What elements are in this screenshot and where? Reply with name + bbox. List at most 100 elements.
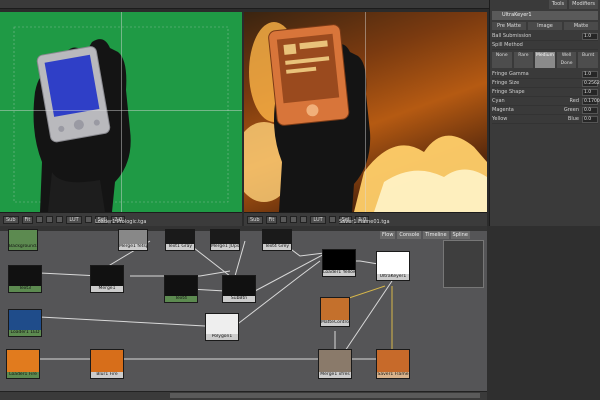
roi-icon[interactable]	[280, 216, 288, 223]
channel-icon[interactable]	[84, 216, 92, 223]
node-loader-yellowgreen[interactable]: Loader1 Yellowgreen	[322, 249, 356, 277]
control-value[interactable]: 0.0	[582, 115, 598, 123]
control-row: Spill Method	[492, 41, 598, 50]
control-label: Fringe Shape	[492, 89, 525, 95]
node-label: Text3	[9, 286, 41, 292]
node-label: Merge1 JUps	[211, 244, 239, 250]
spill-medium-button[interactable]: Medium	[535, 52, 555, 68]
node-label: Loader1 Yellowgreen	[323, 270, 355, 276]
node-thumbnail	[166, 230, 194, 244]
tab-console[interactable]: Console	[397, 231, 422, 239]
node-thumbnail	[91, 266, 123, 286]
node-loader2[interactable]: Loader1 1ED	[8, 309, 42, 337]
node-label: SubBtn	[223, 296, 255, 302]
control-value[interactable]: 0.0	[582, 106, 598, 114]
fit-button[interactable]: Fit	[265, 215, 278, 224]
control-value[interactable]: 0.170016	[582, 97, 600, 105]
tab-modifiers[interactable]: Modifiers	[569, 0, 598, 9]
zoom-icon[interactable]	[300, 216, 308, 223]
flow-editor[interactable]: Background1 Merge1 fetsp Text1 Gray Merg…	[0, 229, 487, 400]
control-row: Fringe Shape 1.0	[492, 88, 598, 97]
node-label: Blur1 Fire	[91, 372, 123, 378]
node-loader-fire[interactable]: Loader1 Fire	[6, 349, 40, 379]
node-saver-flame[interactable]: Saver1 Flame	[376, 349, 410, 379]
control-value[interactable]: 0.25628	[582, 79, 600, 87]
node-thumbnail	[119, 230, 147, 244]
node-text1[interactable]: Text1 Gray	[165, 229, 195, 251]
node-thumbnail	[206, 314, 238, 334]
viewer-right-toolbar: Sub Fit LUT Sel 1.0 Saver1 Flame01.tga	[244, 212, 487, 226]
node-label: Loader1 Fire	[7, 372, 39, 378]
spill-method-buttons: None Rare Medium Well Done Burnt	[492, 52, 598, 68]
node-mergeA[interactable]: Merge1	[90, 265, 124, 293]
flow-navigator[interactable]	[443, 240, 484, 288]
tab-spline[interactable]: Spline	[450, 231, 470, 239]
guide-vertical[interactable]	[365, 12, 366, 212]
node-background1[interactable]: Background1	[8, 229, 38, 251]
subtab-pre-matte[interactable]: Pre Matte	[492, 22, 526, 30]
subtab-matte[interactable]: Matte	[564, 22, 598, 30]
control-value[interactable]: 1.0	[582, 70, 598, 78]
control-unit: Green	[563, 107, 579, 113]
tool-title[interactable]: UltraKeyer1	[492, 11, 598, 20]
node-blur-fire[interactable]: Blur1 Fire	[90, 349, 124, 379]
node-text4[interactable]: Text4	[164, 275, 198, 303]
tab-timeline[interactable]: Timeline	[423, 231, 449, 239]
node-label: Text4 Grey	[263, 244, 291, 250]
subview-button[interactable]: Sub	[3, 215, 19, 224]
node-thumbnail	[9, 310, 41, 330]
node-matte-control[interactable]: MatteControl	[320, 297, 350, 327]
tab-flow[interactable]: Flow	[380, 231, 396, 239]
control-value[interactable]: 1.0	[582, 32, 598, 40]
node-sub[interactable]: SubBtn	[222, 275, 256, 303]
viewer-right[interactable]	[244, 12, 487, 212]
viewer-left[interactable]	[0, 12, 242, 212]
guide-horizontal[interactable]	[0, 110, 242, 111]
node-label: UltraKeyer1	[377, 274, 409, 280]
node-label: Merge1 fetsp	[119, 244, 147, 250]
node-label: MatteControl	[321, 320, 349, 326]
channel-icon[interactable]	[328, 216, 336, 223]
pick-icon[interactable]	[290, 216, 298, 223]
tool-title-label: UltraKeyer1	[502, 12, 532, 18]
control-label: Cyan	[492, 98, 505, 104]
viewer-left-toolbar: Sub Fit LUT Sel 2.0 Loader1 Prologic.tga	[0, 212, 242, 226]
node-thumbnail	[211, 230, 239, 244]
control-subtabs: Pre Matte Image Matte	[492, 22, 598, 30]
roi-icon[interactable]	[36, 216, 44, 223]
control-row: Fringe Size 0.25628	[492, 79, 600, 88]
fit-button[interactable]: Fit	[21, 215, 34, 224]
spill-welldone-button[interactable]: Well Done	[556, 52, 577, 68]
node-text3[interactable]: Text3	[8, 265, 42, 293]
node-label: Text4	[165, 296, 197, 302]
control-row: Magenta Green 0.0	[492, 106, 598, 115]
node-polygon1[interactable]: Polygon1	[205, 313, 239, 341]
node-merge2[interactable]: Merge1 JUps	[210, 229, 240, 251]
time-ruler[interactable]	[170, 393, 480, 398]
node-merge1[interactable]: Merge1 fetsp	[118, 229, 148, 251]
pick-icon[interactable]	[46, 216, 54, 223]
control-unit: Blue	[567, 116, 579, 122]
guide-vertical[interactable]	[121, 12, 122, 212]
spill-rare-button[interactable]: Rare	[513, 52, 534, 68]
panel-tabs: Tools Modifiers	[490, 0, 600, 9]
node-label: Polygon1	[206, 334, 238, 340]
lut-button[interactable]: LUT	[310, 215, 326, 224]
node-ultrakeyer1[interactable]: UltraKeyer1	[376, 251, 410, 281]
spill-none-button[interactable]: None	[492, 52, 512, 68]
control-row: Cyan Red 0.170016	[492, 97, 600, 106]
node-label: Saver1 Flame	[377, 372, 409, 378]
zoom-icon[interactable]	[56, 216, 64, 223]
node-text2[interactable]: Text4 Grey	[262, 229, 292, 251]
control-unit: Red	[569, 98, 580, 104]
tab-tools[interactable]: Tools	[548, 0, 568, 9]
spill-burnt-button[interactable]: Burnt	[578, 52, 598, 68]
node-thumbnail	[377, 252, 409, 274]
node-merge3[interactable]: Merge1 xfres	[318, 349, 352, 379]
subview-button[interactable]: Sub	[247, 215, 263, 224]
subtab-image[interactable]: Image	[528, 22, 562, 30]
control-value[interactable]: 1.0	[582, 88, 598, 96]
flow-connections	[39, 240, 393, 360]
lut-button[interactable]: LUT	[66, 215, 82, 224]
control-label: Magenta	[492, 107, 514, 113]
